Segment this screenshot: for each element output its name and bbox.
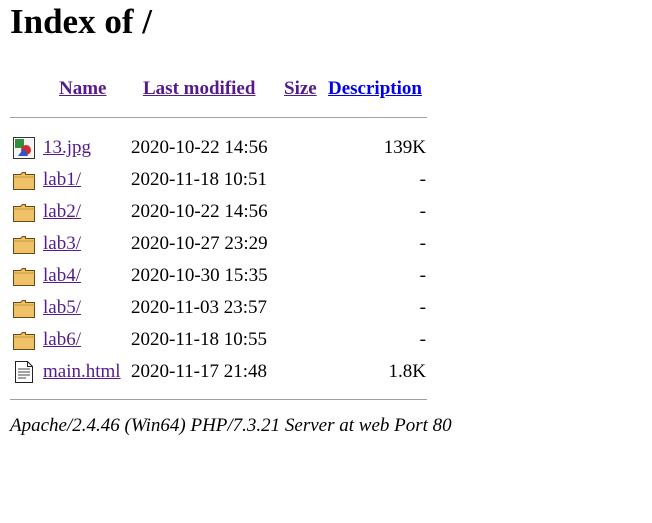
file-size: - [419,233,426,254]
file-size: - [419,169,426,190]
folder-link-lab5[interactable]: lab5/ [43,297,81,319]
modified-date: 2020-11-18 10:55 [131,329,267,350]
folder-link-lab3[interactable]: lab3/ [43,233,81,255]
folder-icon [12,200,36,224]
column-header-size[interactable]: Size [284,78,317,100]
modified-date: 2020-11-17 21:48 [131,361,267,382]
list-item: lab6/ 2020-11-18 10:55 - [12,328,432,358]
server-signature: Apache/2.4.46 (Win64) PHP/7.3.21 Server … [10,415,452,436]
list-item: main.html 2020-11-17 21:48 1.8K [12,360,432,390]
list-item: lab1/ 2020-11-18 10:51 - [12,168,432,198]
file-size: - [419,297,426,318]
folder-icon [12,168,36,192]
text-file-icon [12,360,36,384]
folder-link-lab6[interactable]: lab6/ [43,329,81,351]
folder-icon [12,296,36,320]
folder-icon [12,232,36,256]
column-header-description[interactable]: Description [328,78,422,100]
modified-date: 2020-10-27 23:29 [131,233,268,254]
folder-icon [12,264,36,288]
file-link-13-jpg[interactable]: 13.jpg [43,137,91,159]
file-link-main-html[interactable]: main.html [43,361,121,383]
file-size: - [419,265,426,286]
folder-link-lab4[interactable]: lab4/ [43,265,81,287]
bottom-divider [10,399,427,400]
file-size: - [419,201,426,222]
list-item: lab2/ 2020-10-22 14:56 - [12,200,432,230]
modified-date: 2020-11-18 10:51 [131,169,267,190]
list-item: lab4/ 2020-10-30 15:35 - [12,264,432,294]
file-size: 1.8K [388,361,426,382]
top-divider [10,117,427,118]
column-header-last-modified[interactable]: Last modified [143,78,255,100]
folder-icon [12,328,36,352]
folder-link-lab2[interactable]: lab2/ [43,201,81,223]
image-icon [12,136,36,160]
page-title: Index of / [10,2,152,41]
modified-date: 2020-10-22 14:56 [131,201,268,222]
modified-date: 2020-10-30 15:35 [131,265,268,286]
modified-date: 2020-10-22 14:56 [131,137,268,158]
file-size: - [419,329,426,350]
column-header-name[interactable]: Name [59,78,106,100]
list-item: lab3/ 2020-10-27 23:29 - [12,232,432,262]
list-item: 13.jpg 2020-10-22 14:56 139K [12,136,432,166]
file-size: 139K [383,137,426,158]
folder-link-lab1[interactable]: lab1/ [43,169,81,191]
list-item: lab5/ 2020-11-03 23:57 - [12,296,432,326]
modified-date: 2020-11-03 23:57 [131,297,267,318]
